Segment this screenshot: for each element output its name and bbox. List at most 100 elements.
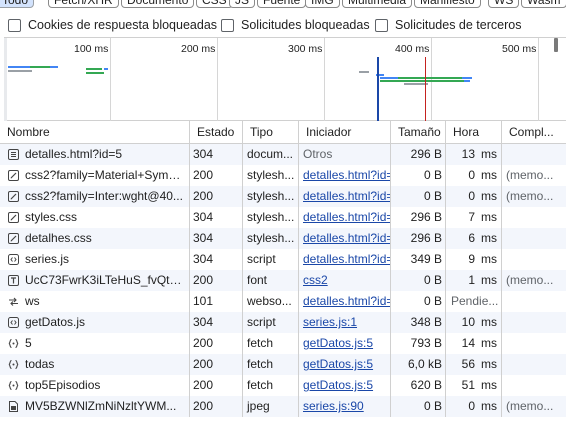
cell-initiator: detalles.html?id=: [299, 165, 391, 186]
table-row[interactable]: MV5BZWNlZmNiNzltYWM... 200 jpeg series.js:9…: [0, 396, 566, 417]
request-name: css2?family=Material+Symb...: [25, 168, 185, 182]
initiator-link[interactable]: detalles.html?id=: [303, 210, 390, 224]
cell-name[interactable]: css2?family=Material+Symb...: [0, 165, 190, 186]
cell-initiator: css2: [299, 270, 391, 291]
cell-initiator: series.js:1: [299, 312, 391, 333]
cell-status: 200: [190, 270, 243, 291]
initiator-link[interactable]: getDatos.js:5: [303, 378, 373, 392]
filter-chip-js[interactable]: JS: [229, 0, 256, 8]
network-overview-timeline[interactable]: 100 ms 200 ms 300 ms 400 ms 500 ms: [4, 37, 566, 122]
cell-completion: [502, 249, 566, 270]
filter-chip-fuente[interactable]: Fuente: [257, 0, 307, 8]
checkbox-box[interactable]: [375, 18, 388, 32]
table-row[interactable]: styles.css 304 stylesh... detalles.html?id=…: [0, 207, 566, 228]
filter-chip-manifiesto[interactable]: Manifiesto: [414, 0, 481, 8]
table-row[interactable]: css2?family=Inter:wght@40... 200 stylesh..…: [0, 186, 566, 207]
initiator-link[interactable]: getDatos.js:5: [303, 357, 373, 371]
initiator-link[interactable]: series.js:1: [303, 315, 357, 329]
request-filter-checkboxes: Cookies de respuesta bloqueadas Solicitu…: [0, 14, 566, 36]
filter-chip-multimedia[interactable]: Multimedia: [342, 0, 413, 8]
load-event-marker: [425, 57, 426, 122]
cell-time: 6 ms: [446, 228, 502, 249]
table-row[interactable]: detalles.html?id=5 304 docum... Otros 296 B1…: [0, 144, 566, 165]
timeline-request-bar: [8, 70, 32, 72]
filter-chip-todo[interactable]: Todo: [0, 0, 35, 8]
column-header-time[interactable]: Hora: [446, 121, 502, 144]
cell-name[interactable]: 5: [0, 333, 190, 354]
table-row[interactable]: 5 200 fetch getDatos.js:5 793 B 14 ms: [0, 333, 566, 354]
filter-chip-css[interactable]: CSS: [196, 0, 233, 8]
table-row[interactable]: series.js 304 script detalles.html?id= 349 B…: [0, 249, 566, 270]
column-header-completion[interactable]: Compl...: [502, 121, 566, 144]
initiator-link[interactable]: detalles.html?id=: [303, 294, 390, 308]
request-name: detalhes.css: [25, 231, 92, 245]
initiator-link[interactable]: detalles.html?id=: [303, 231, 390, 245]
column-header-size[interactable]: Tamaño: [391, 121, 446, 144]
initiator-link[interactable]: detalles.html?id=: [303, 252, 390, 266]
initiator-link[interactable]: getDatos.js:5: [303, 336, 373, 350]
column-header-initiator[interactable]: Iniciador: [299, 121, 391, 144]
cell-name[interactable]: styles.css: [0, 207, 190, 228]
filter-chip-fetch-xhr[interactable]: Fetch/XHR: [48, 0, 119, 8]
initiator-link[interactable]: detalles.html?id=: [303, 189, 390, 203]
cell-name[interactable]: detalhes.css: [0, 228, 190, 249]
timeline-request-bar: [86, 72, 104, 74]
cell-name[interactable]: getDatos.js: [0, 312, 190, 333]
cell-type: stylesh...: [243, 207, 299, 228]
cell-name[interactable]: todas: [0, 354, 190, 375]
time-unit: ms: [481, 399, 497, 413]
time-unit: ms: [481, 252, 497, 266]
cell-initiator: detalles.html?id=: [299, 291, 391, 312]
cell-status: 304: [190, 228, 243, 249]
request-name: top5Episodios: [25, 378, 101, 392]
column-header-type[interactable]: Tipo: [243, 121, 299, 144]
cell-name[interactable]: MV5BZWNlZmNiNzltYWM...: [0, 396, 190, 417]
network-requests-table: Nombre Estado Tipo Iniciador Tamaño Hora…: [0, 121, 566, 417]
script-icon: [8, 254, 19, 265]
cell-time: 51 ms: [446, 375, 502, 396]
cell-completion: [502, 312, 566, 333]
cell-name[interactable]: top5Episodios: [0, 375, 190, 396]
checkbox-box[interactable]: [221, 18, 234, 32]
overview-selection-left-handle[interactable]: [4, 38, 7, 122]
blocked-response-cookies-checkbox[interactable]: Cookies de respuesta bloqueadas: [8, 18, 217, 32]
cell-size: 793 B: [391, 333, 446, 354]
table-row[interactable]: detalhes.css 304 stylesh... detalles.html?i…: [0, 228, 566, 249]
timeline-request-bar: [50, 66, 58, 68]
timeline-tick-label: 500 ms: [502, 43, 537, 55]
cell-initiator: getDatos.js:5: [299, 375, 391, 396]
cell-name[interactable]: series.js: [0, 249, 190, 270]
table-row[interactable]: getDatos.js 304 script series.js:1 348 B 10 ms: [0, 312, 566, 333]
table-row[interactable]: css2?family=Material+Symb... 200 stylesh..…: [0, 165, 566, 186]
table-row[interactable]: todas 200 fetch getDatos.js:5 6,0 kB 56 ms: [0, 354, 566, 375]
third-party-requests-checkbox[interactable]: Solicitudes de terceros: [375, 18, 521, 32]
checkbox-box[interactable]: [8, 18, 21, 32]
timeline-request-bar: [30, 66, 50, 68]
cell-size: 296 B: [391, 228, 446, 249]
column-header-status[interactable]: Estado: [190, 121, 243, 144]
filter-chip-ws[interactable]: WS: [488, 0, 520, 8]
table-row[interactable]: top5Episodios 200 fetch getDatos.js:5 620 B5…: [0, 375, 566, 396]
timeline-request-bar: [464, 80, 470, 82]
overview-selection-right-handle[interactable]: [554, 38, 558, 52]
cell-time: 56 ms: [446, 354, 502, 375]
cell-type: script: [243, 312, 299, 333]
cell-name[interactable]: detalles.html?id=5: [0, 144, 190, 165]
initiator-link[interactable]: css2: [303, 273, 328, 287]
request-name: series.js: [25, 252, 70, 266]
initiator-link[interactable]: series.js:90: [303, 399, 364, 413]
cell-name[interactable]: ws: [0, 291, 190, 312]
blocked-requests-checkbox[interactable]: Solicitudes bloqueadas: [221, 18, 370, 32]
table-row[interactable]: UcC73FwrK3iLTeHuS_fvQtM... 200 font css2 0 B…: [0, 270, 566, 291]
column-header-name[interactable]: Nombre: [0, 121, 190, 144]
cell-name[interactable]: css2?family=Inter:wght@40...: [0, 186, 190, 207]
filter-chip-documento[interactable]: Documento: [121, 0, 195, 8]
table-row[interactable]: ws 101 webso... detalles.html?id= 0 B Pendie.…: [0, 291, 566, 312]
cell-size: 296 B: [391, 144, 446, 165]
time-unit: ms: [481, 231, 497, 245]
filter-chip-img[interactable]: IMG: [305, 0, 340, 8]
filter-chip-wasm[interactable]: Wasm: [521, 0, 566, 8]
cell-name[interactable]: UcC73FwrK3iLTeHuS_fvQtM...: [0, 270, 190, 291]
initiator-link[interactable]: detalles.html?id=: [303, 168, 390, 182]
domcontentloaded-marker: [377, 57, 379, 122]
